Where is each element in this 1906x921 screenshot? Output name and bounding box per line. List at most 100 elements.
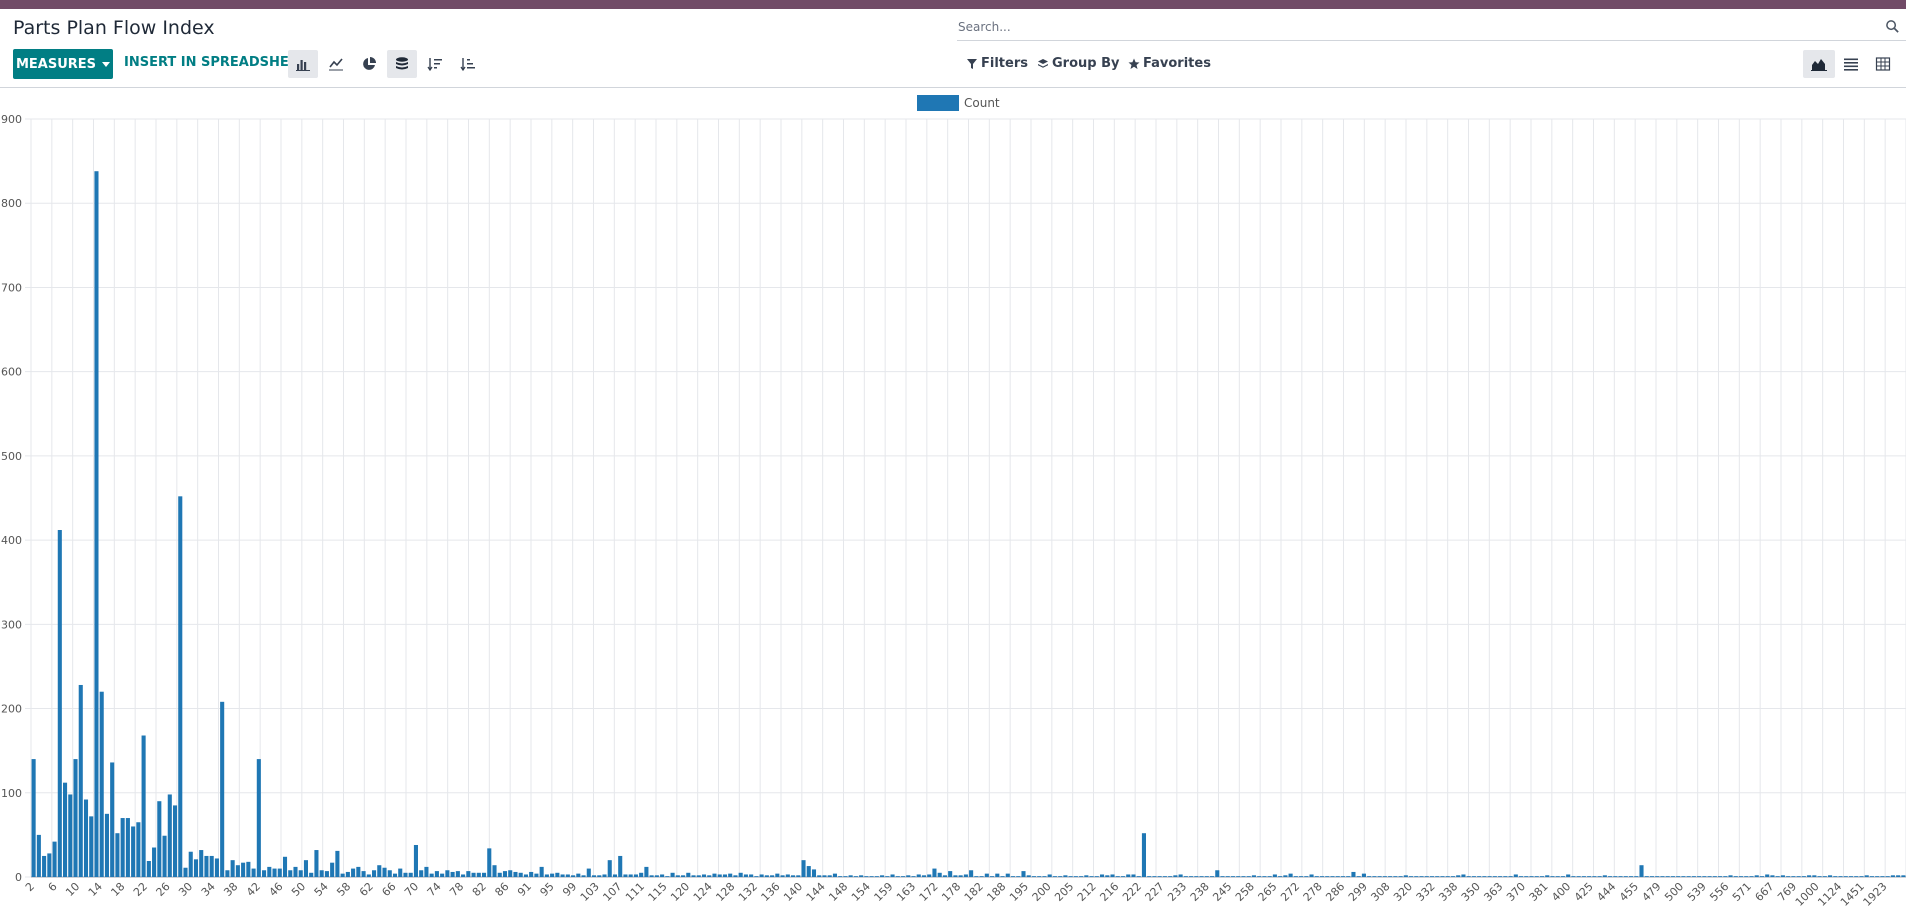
y-tick-label: 100 xyxy=(1,787,22,800)
bar-chart-icon xyxy=(296,60,310,71)
stacked-button[interactable] xyxy=(387,50,417,78)
bar xyxy=(1236,876,1241,877)
bar xyxy=(1209,876,1215,877)
bar xyxy=(597,875,602,877)
bar xyxy=(1807,875,1812,877)
bar xyxy=(602,874,607,877)
x-tick-label: 195 xyxy=(1007,880,1031,904)
bar xyxy=(963,874,968,877)
bar xyxy=(188,851,193,877)
bar xyxy=(728,873,733,877)
x-tick-label: 2 xyxy=(23,880,37,894)
bar xyxy=(628,874,633,877)
layers-icon xyxy=(1038,58,1048,68)
bar xyxy=(1398,876,1403,877)
x-tick-label: 54 xyxy=(312,880,331,899)
bar xyxy=(241,862,246,877)
bar xyxy=(639,872,644,877)
graph-view-button[interactable] xyxy=(1803,50,1835,78)
x-tick-label: 272 xyxy=(1278,880,1302,904)
favorites-button[interactable]: Favorites xyxy=(1128,56,1211,71)
bar xyxy=(1052,876,1057,877)
bar xyxy=(152,847,157,877)
x-tick-label: 425 xyxy=(1572,880,1596,904)
bar xyxy=(518,872,523,877)
filters-button[interactable]: Filters xyxy=(966,56,1028,71)
bar xyxy=(1718,876,1723,877)
bar xyxy=(1581,876,1586,877)
x-tick-label: 455 xyxy=(1617,880,1641,904)
bar xyxy=(1157,876,1162,877)
x-tick-label: 34 xyxy=(199,880,218,899)
bar xyxy=(440,873,445,877)
bar xyxy=(869,876,874,877)
bar xyxy=(272,868,277,877)
list-view-button[interactable] xyxy=(1835,50,1867,78)
bar xyxy=(1304,876,1309,877)
bar xyxy=(120,818,125,877)
bar xyxy=(52,841,57,877)
x-tick-label: 238 xyxy=(1188,880,1212,904)
bar xyxy=(811,869,817,877)
sort-ascending-button[interactable] xyxy=(453,50,483,78)
bar xyxy=(502,871,508,877)
bar xyxy=(1178,874,1183,877)
search-bar[interactable] xyxy=(957,13,1906,41)
sort-asc-icon xyxy=(460,58,475,72)
group-by-button[interactable]: Group By xyxy=(1037,56,1119,71)
bar xyxy=(262,870,267,877)
bar xyxy=(1796,876,1801,877)
search-input[interactable] xyxy=(958,17,1858,37)
bar xyxy=(1183,876,1188,877)
bar xyxy=(591,875,597,877)
bar xyxy=(1597,876,1602,877)
x-tick-label: 227 xyxy=(1143,880,1167,904)
bar xyxy=(387,870,392,877)
bar xyxy=(1812,875,1817,877)
bar xyxy=(1875,876,1880,877)
x-tick-label: 350 xyxy=(1459,880,1483,904)
bar xyxy=(361,871,366,877)
bar xyxy=(1262,876,1267,877)
pie-chart-button[interactable] xyxy=(354,50,384,78)
bar xyxy=(492,865,497,877)
bar xyxy=(1644,876,1649,877)
x-tick-label: 38 xyxy=(221,880,240,899)
bar xyxy=(183,867,188,877)
bar xyxy=(969,870,974,877)
bar xyxy=(832,873,837,877)
bar xyxy=(529,871,534,877)
bar xyxy=(408,872,413,877)
x-tick-label: 667 xyxy=(1753,880,1777,904)
insert-in-spreadsheet-button[interactable]: INSERT IN SPREADSHEET xyxy=(124,55,307,70)
bar xyxy=(230,860,235,877)
measures-button[interactable]: MEASURES xyxy=(13,49,113,79)
bar xyxy=(1330,876,1335,877)
pivot-view-button[interactable] xyxy=(1867,50,1899,78)
bar xyxy=(686,872,691,877)
bar xyxy=(1351,871,1356,877)
bar xyxy=(665,876,670,877)
bar xyxy=(937,872,942,877)
bar xyxy=(330,862,335,877)
bar xyxy=(1309,874,1314,877)
bar xyxy=(691,875,696,877)
bar xyxy=(1880,876,1885,877)
bar xyxy=(1676,876,1681,877)
toolbar-divider xyxy=(0,87,1906,88)
measures-label: MEASURES xyxy=(15,56,97,72)
line-chart-button[interactable] xyxy=(321,50,351,78)
bar xyxy=(1524,876,1529,877)
bar xyxy=(1429,876,1435,877)
bar xyxy=(314,850,319,877)
y-tick-label: 0 xyxy=(15,871,22,884)
bar-chart-button[interactable] xyxy=(288,50,318,78)
bar xyxy=(78,684,83,877)
bar xyxy=(1346,876,1351,877)
bar xyxy=(1859,876,1864,877)
bar xyxy=(1529,876,1534,877)
bar xyxy=(770,875,775,877)
sort-descending-button[interactable] xyxy=(420,50,450,78)
bar xyxy=(513,871,518,877)
search-icon[interactable] xyxy=(1885,19,1900,34)
